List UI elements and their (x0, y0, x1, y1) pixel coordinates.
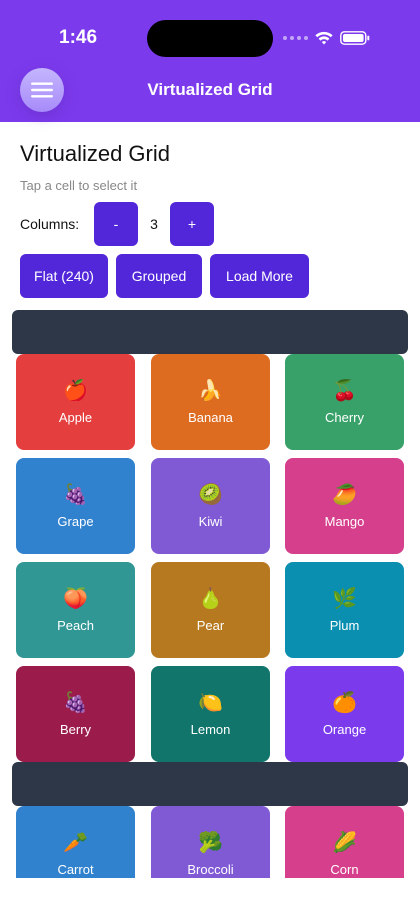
cell-label: Orange (322, 722, 367, 737)
decrement-columns-button[interactable]: - (94, 202, 138, 246)
cell-label: Grape (57, 514, 94, 529)
grid-cell[interactable]: 🍇 Grape (16, 458, 135, 554)
grid-cell[interactable]: 🍎 Apple (16, 354, 135, 450)
columns-value: 3 (150, 216, 158, 232)
cell-label: Carrot (57, 862, 94, 877)
grouped-mode-button[interactable]: Grouped (116, 254, 202, 298)
signal-icon (283, 36, 308, 40)
wifi-icon (315, 31, 333, 45)
cell-label: Corn (330, 862, 359, 877)
fruit-emoji-icon: 🌿 (332, 588, 357, 610)
cell-label: Berry (59, 722, 92, 737)
grid-cell[interactable]: 🍒 Cherry (285, 354, 404, 450)
cell-label: Cherry (324, 410, 364, 425)
fruit-emoji-icon: 🍇 (63, 484, 88, 506)
cell-label: Plum (329, 618, 360, 633)
fruit-emoji-icon: 🥝 (198, 484, 223, 506)
grid-cell[interactable]: 🍐 Pear (151, 562, 270, 658)
fruit-emoji-icon: 🌽 (332, 832, 357, 854)
battery-icon (340, 31, 370, 45)
grid-cell[interactable]: 🍌 Banana (151, 354, 270, 450)
fruit-emoji-icon: 🍐 (198, 588, 223, 610)
app-header: 1:46 Virtualized Grid (0, 0, 420, 122)
grid-cell[interactable]: 🌿 Plum (285, 562, 404, 658)
fruit-emoji-icon: 🍑 (63, 588, 88, 610)
grid-cell[interactable]: 🍑 Peach (16, 562, 135, 658)
header-title: Virtualized Grid (147, 80, 273, 99)
fruit-emoji-icon: 🍋 (198, 692, 223, 714)
page-subtitle: Tap a cell to select it (20, 178, 138, 193)
cell-label: Peach (57, 618, 94, 633)
grid-cell[interactable]: 🍋 Lemon (151, 666, 270, 762)
columns-label: Columns: (20, 216, 80, 232)
grid-cell[interactable]: 🥭 Mango (285, 458, 404, 554)
page-title: Virtualized Grid (20, 141, 170, 166)
cell-label: Pear (196, 618, 225, 633)
increment-columns-button[interactable]: + (170, 202, 214, 246)
cell-label: Apple (58, 410, 93, 425)
dynamic-island (147, 20, 273, 57)
fruit-emoji-icon: 🍌 (198, 380, 223, 402)
fruit-emoji-icon: 🍊 (332, 692, 357, 714)
flat-mode-button[interactable]: Flat (240) (20, 254, 108, 298)
cell-label: Banana (188, 410, 233, 425)
grid-cell[interactable]: 🍇 Berry (16, 666, 135, 762)
status-icons (283, 29, 370, 47)
cell-label: Broccoli (187, 862, 234, 877)
status-time: 1:46 (59, 27, 98, 48)
bottom-safe-area (0, 878, 420, 912)
grid-cell[interactable]: 🥝 Kiwi (151, 458, 270, 554)
cell-label: Kiwi (198, 514, 223, 529)
section-header (12, 762, 408, 806)
load-more-button[interactable]: Load More (210, 254, 309, 298)
fruit-emoji-icon: 🥕 (63, 832, 88, 854)
grid-cell[interactable]: 🍊 Orange (285, 666, 404, 762)
fruit-emoji-icon: 🍎 (63, 380, 88, 402)
fruit-emoji-icon: 🍇 (63, 692, 88, 714)
fruit-emoji-icon: 🥭 (332, 484, 357, 506)
cell-label: Mango (324, 514, 365, 529)
fruit-emoji-icon: 🥦 (198, 832, 223, 854)
section-header (12, 310, 408, 354)
cell-label: Lemon (190, 722, 231, 737)
fruit-emoji-icon: 🍒 (332, 380, 357, 402)
